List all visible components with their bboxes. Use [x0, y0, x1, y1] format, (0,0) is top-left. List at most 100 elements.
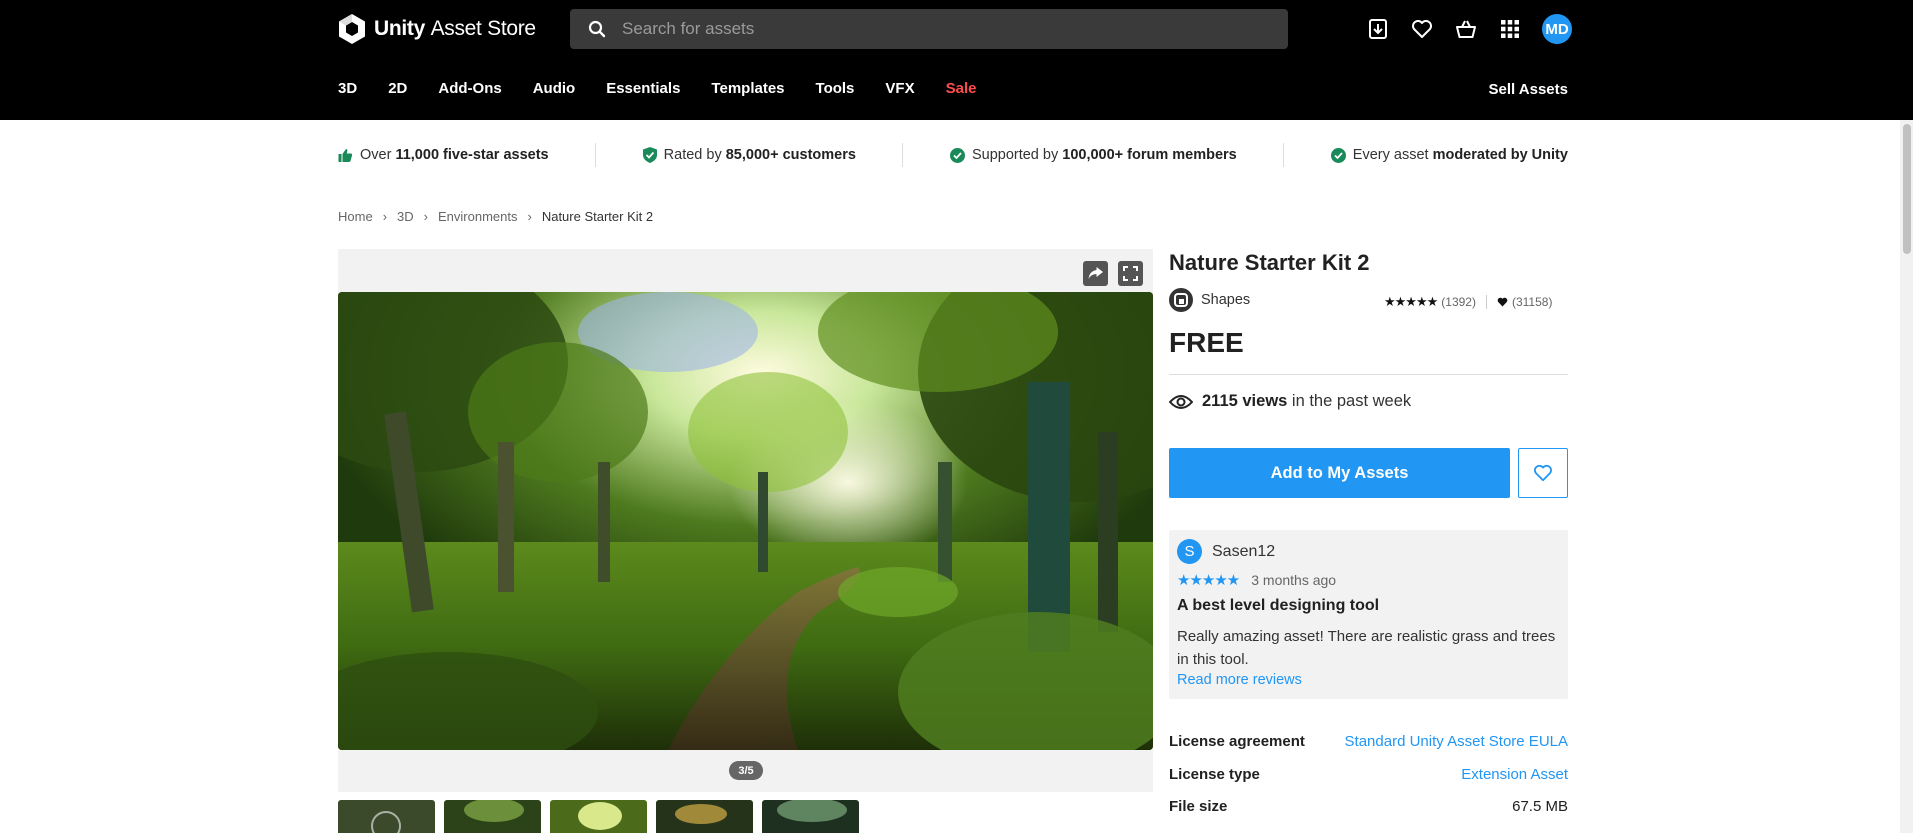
breadcrumb: Home › 3D › Environments › Nature Starte… [338, 209, 653, 224]
nav-sale[interactable]: Sale [946, 80, 977, 97]
detail-key: License agreement [1169, 733, 1305, 750]
product-title: Nature Starter Kit 2 [1169, 250, 1370, 275]
chevron-right-icon: › [382, 209, 388, 224]
trust-item-rated: Rated by 85,000+ customers [642, 147, 856, 163]
breadcrumb-environments[interactable]: Environments [438, 209, 517, 224]
thumbnail-image[interactable] [762, 800, 859, 833]
main-preview-image[interactable] [338, 292, 1153, 750]
favorite-count: (31158) [1511, 295, 1553, 309]
heart-outline-icon [1534, 464, 1552, 482]
trust-bold: 85,000+ customers [725, 147, 856, 163]
nav-essentials[interactable]: Essentials [606, 80, 680, 97]
detail-license-agreement: License agreement Standard Unity Asset S… [1169, 733, 1568, 750]
thumbnail-image[interactable] [656, 800, 753, 833]
price: FREE [1169, 327, 1244, 358]
thumbnail-strip [338, 800, 859, 833]
divider [1485, 295, 1487, 309]
image-gallery: 3/5 [338, 249, 1153, 792]
top-header: Unity Asset Store MD 3D 2D Add-Ons Audio… [0, 0, 1913, 120]
trust-bold: moderated by Unity [1432, 147, 1568, 163]
basket-icon[interactable] [1454, 12, 1478, 46]
check-circle-icon [949, 147, 965, 163]
review-stars: ★★★★★ [1177, 572, 1240, 589]
nav-templates[interactable]: Templates [711, 80, 784, 97]
user-avatar[interactable]: MD [1542, 14, 1572, 44]
chevron-right-icon: › [423, 209, 428, 224]
views-count: 2115 views [1202, 392, 1288, 410]
nav-audio[interactable]: Audio [533, 80, 576, 97]
search-icon [588, 20, 606, 38]
trust-text: Rated by [663, 147, 726, 163]
header-actions: MD [1366, 12, 1572, 46]
heart-icon[interactable] [1410, 12, 1434, 46]
review-title: A best level designing tool [1177, 597, 1380, 614]
thumbs-up-icon [338, 148, 353, 162]
reviewer-avatar: S [1177, 539, 1202, 564]
nav-vfx[interactable]: VFX [885, 80, 914, 97]
heart-filled-icon [1497, 297, 1508, 307]
detail-license-type: License type Extension Asset [1169, 766, 1568, 783]
breadcrumb-home[interactable]: Home [338, 209, 373, 224]
search-bar[interactable] [570, 9, 1288, 49]
eye-icon [1169, 394, 1193, 409]
star-rating: ★★★★★ [1384, 294, 1438, 309]
unity-cube-icon [339, 14, 365, 44]
detail-key: License type [1169, 766, 1260, 783]
divider [1169, 374, 1568, 375]
check-circle-icon [1330, 147, 1346, 163]
trust-item-moderated: Every asset moderated by Unity [1330, 147, 1568, 163]
shield-check-icon [642, 147, 657, 163]
publisher-name[interactable]: Shapes [1201, 292, 1250, 308]
thumbnail-image[interactable] [550, 800, 647, 833]
add-to-my-assets-button[interactable]: Add to My Assets [1169, 448, 1510, 498]
breadcrumb-current: Nature Starter Kit 2 [541, 209, 654, 224]
review-card: S Sasen12 ★★★★★ 3 months ago A best leve… [1169, 530, 1568, 699]
trust-text: Every asset [1352, 147, 1433, 163]
thumbnail-image[interactable] [444, 800, 541, 833]
brand-name: Unity [374, 17, 426, 40]
rating-summary: ★★★★★ (1392) (31158) [1384, 294, 1552, 310]
gallery-tools [1083, 261, 1143, 286]
trust-text: Over [360, 147, 396, 163]
rating-count[interactable]: (1392) [1441, 295, 1476, 309]
review-meta: ★★★★★ 3 months ago [1177, 571, 1336, 589]
search-input[interactable] [622, 19, 1222, 39]
views-period: in the past week [1287, 392, 1412, 410]
trust-text: Supported by [971, 147, 1063, 163]
sell-assets-link[interactable]: Sell Assets [1489, 81, 1569, 98]
license-type-link[interactable]: Extension Asset [1461, 766, 1568, 783]
thumbnail-video[interactable] [338, 800, 435, 833]
share-icon[interactable] [1083, 261, 1108, 286]
favorite-button[interactable] [1518, 448, 1568, 498]
nav-tools[interactable]: Tools [816, 80, 855, 97]
unity-logo[interactable]: Unity Asset Store [338, 12, 536, 46]
trust-item-supported: Supported by 100,000+ forum members [949, 147, 1237, 163]
download-icon[interactable] [1366, 12, 1390, 46]
license-agreement-link[interactable]: Standard Unity Asset Store EULA [1345, 733, 1568, 750]
publisher-logo [1169, 288, 1193, 312]
views-info: 2115 views in the past week [1169, 392, 1411, 411]
chevron-right-icon: › [527, 209, 532, 224]
nav-add-ons[interactable]: Add-Ons [438, 80, 501, 97]
file-size-value: 67.5 MB [1512, 798, 1568, 815]
review-body: Really amazing asset! There are realisti… [1177, 628, 1556, 668]
nav-3d[interactable]: 3D [338, 80, 357, 97]
divider [595, 143, 597, 167]
publisher[interactable]: Shapes [1169, 288, 1250, 312]
brand-store: Asset Store [430, 17, 537, 40]
breadcrumb-3d[interactable]: 3D [397, 209, 414, 224]
trust-item-five-star: Over 11,000 five-star assets [338, 147, 549, 163]
read-more-reviews-link[interactable]: Read more reviews [1177, 672, 1302, 688]
review-time: 3 months ago [1251, 572, 1337, 588]
nav-2d[interactable]: 2D [388, 80, 407, 97]
scrollbar-thumb[interactable] [1903, 124, 1911, 254]
trust-bar: Over 11,000 five-star assets Rated by 85… [338, 143, 1568, 167]
trust-bold: 100,000+ forum members [1062, 147, 1237, 163]
grid-icon[interactable] [1498, 12, 1522, 46]
image-counter: 3/5 [729, 761, 763, 780]
fullscreen-icon[interactable] [1118, 261, 1143, 286]
reviewer-name: Sasen12 [1212, 542, 1276, 560]
divider [902, 143, 904, 167]
detail-key: File size [1169, 798, 1228, 815]
divider [1283, 143, 1285, 167]
